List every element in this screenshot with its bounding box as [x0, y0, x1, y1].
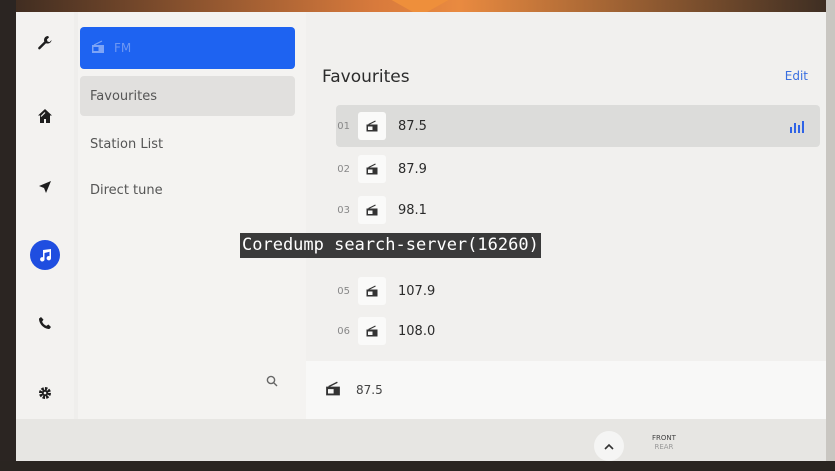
station-frequency: 108.0 — [398, 323, 436, 339]
station-number: 01 — [337, 120, 350, 132]
wrench-icon[interactable] — [30, 28, 60, 58]
radio-icon — [358, 317, 386, 345]
source-selector[interactable]: FM — [80, 27, 295, 69]
station-row[interactable]: 06 108.0 — [336, 310, 820, 352]
station-row[interactable]: 03 98.1 — [336, 189, 820, 231]
equalizer-icon — [790, 118, 804, 137]
now-playing-bar[interactable]: 87.5 — [306, 361, 826, 419]
sidebar: FM Favourites Station List Direct tune — [78, 12, 306, 419]
station-row[interactable]: 01 87.5 — [336, 105, 820, 147]
edit-button[interactable]: Edit — [785, 69, 808, 83]
sidebar-item-station-list[interactable]: Station List — [80, 124, 295, 164]
station-row[interactable]: 05 107.9 — [336, 270, 820, 312]
station-number: 05 — [337, 285, 350, 297]
source-label: FM — [114, 41, 132, 55]
phone-icon[interactable] — [30, 308, 60, 338]
sidebar-item-label: Favourites — [90, 88, 157, 104]
chevron-up-icon[interactable] — [594, 431, 624, 461]
sidebar-item-direct-tune[interactable]: Direct tune — [80, 170, 295, 210]
station-number: 02 — [337, 163, 350, 175]
sidebar-item-label: Station List — [90, 136, 164, 152]
radio-icon — [324, 381, 342, 400]
front-label: FRONT — [652, 434, 676, 442]
station-frequency: 87.5 — [398, 118, 427, 134]
home-icon[interactable] — [30, 101, 60, 131]
station-frequency: 87.9 — [398, 161, 427, 177]
error-overlay: Coredump search-server(16260) — [240, 233, 541, 258]
radio-icon — [358, 277, 386, 305]
station-frequency: 107.9 — [398, 283, 436, 299]
front-rear-indicator[interactable]: FRONT REAR — [652, 434, 676, 452]
photo-bezel-left — [0, 0, 16, 471]
sidebar-item-label: Direct tune — [90, 182, 163, 198]
search-icon[interactable] — [266, 372, 278, 391]
photo-bezel-top — [0, 0, 835, 16]
photo-bezel-right — [826, 0, 835, 471]
station-number: 03 — [337, 204, 350, 216]
radio-icon — [90, 39, 106, 58]
bottom-bar: FRONT REAR — [16, 419, 826, 461]
page-title: Favourites — [322, 67, 410, 87]
favourites-panel: Favourites Edit 01 87.5 02 87.9 03 98.1 — [306, 12, 826, 361]
photo-bezel-bottom — [0, 461, 835, 471]
rear-label: REAR — [654, 443, 674, 451]
radio-icon — [358, 196, 386, 224]
app-rail — [16, 12, 74, 419]
station-frequency: 98.1 — [398, 202, 427, 218]
gear-icon[interactable] — [30, 378, 60, 408]
music-icon[interactable] — [30, 240, 60, 270]
radio-icon — [358, 112, 386, 140]
navigation-icon[interactable] — [30, 172, 60, 202]
radio-icon — [358, 155, 386, 183]
now-playing-frequency: 87.5 — [356, 383, 383, 397]
station-number: 06 — [337, 325, 350, 337]
station-row[interactable]: 02 87.9 — [336, 148, 820, 190]
sidebar-item-favourites[interactable]: Favourites — [80, 76, 295, 116]
